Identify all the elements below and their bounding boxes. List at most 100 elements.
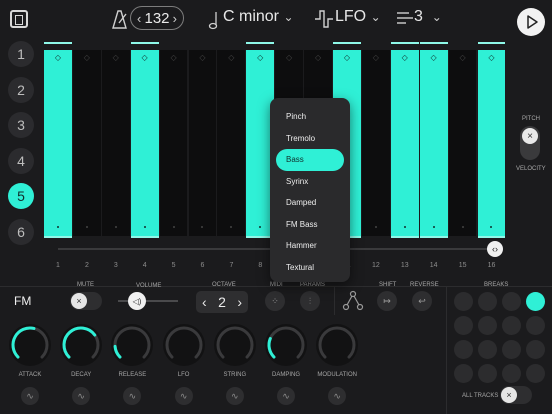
step-dot xyxy=(230,226,233,228)
pattern-count-select[interactable]: 3 ⌄ xyxy=(414,8,442,26)
pattern-lines-icon xyxy=(397,12,413,24)
step-dot xyxy=(490,226,493,228)
shift-button[interactable]: ↦ xyxy=(377,291,397,311)
tempo-increase-button[interactable]: › xyxy=(173,11,177,26)
step-handle-icon: ◇ xyxy=(141,53,148,62)
break-pad[interactable] xyxy=(502,292,521,311)
tempo-stepper[interactable]: ‹ 132 › xyxy=(130,6,184,30)
break-pad[interactable] xyxy=(502,340,521,359)
step-dot xyxy=(143,226,146,228)
knob-label: LFO xyxy=(177,372,190,378)
break-pad[interactable] xyxy=(526,364,545,383)
menu-item-syrinx[interactable]: Syrinx xyxy=(276,171,344,193)
params-button[interactable]: ⫶ xyxy=(300,291,320,311)
track-button-5[interactable]: 5 xyxy=(8,183,34,209)
scale-select[interactable]: C minor ⌄ xyxy=(223,8,294,26)
step-column[interactable]: ◇ xyxy=(101,50,130,236)
break-pad[interactable] xyxy=(454,340,473,359)
menu-item-fm-bass[interactable]: FM Bass xyxy=(276,214,344,236)
knob-attack[interactable] xyxy=(9,324,51,366)
step-handle-icon: ◇ xyxy=(112,53,119,62)
step-column[interactable]: ◇ xyxy=(361,50,390,236)
modulation-wave-button[interactable]: ∿ xyxy=(123,387,142,405)
track-button-6[interactable]: 6 xyxy=(8,218,34,245)
shift-pattern-icon[interactable] xyxy=(342,290,364,312)
break-pad[interactable] xyxy=(454,292,473,311)
modulation-wave-button[interactable]: ∿ xyxy=(277,387,295,405)
knob-decay[interactable] xyxy=(60,324,103,366)
step-dot xyxy=(461,226,464,228)
scroll-handle[interactable]: ‹› xyxy=(487,241,503,257)
volume-icon[interactable]: ◁) xyxy=(128,292,146,310)
break-pad[interactable] xyxy=(502,364,521,383)
pattern-count-value: 3 xyxy=(414,8,423,25)
menu-item-tremolo[interactable]: Tremolo xyxy=(276,128,344,150)
modulation-wave-button[interactable]: ∿ xyxy=(225,387,244,405)
break-pad[interactable] xyxy=(502,316,521,335)
reverse-button[interactable]: ↩ xyxy=(412,291,432,311)
step-column[interactable]: ◇ xyxy=(130,50,159,236)
menu-item-textural[interactable]: Textural xyxy=(276,257,344,279)
step-handle-icon: ◇ xyxy=(199,53,206,62)
step-column[interactable]: ◇ xyxy=(419,50,448,236)
step-column[interactable]: ◇ xyxy=(44,50,72,236)
menu-item-pinch[interactable]: Pinch xyxy=(276,106,344,128)
menu-item-hammer[interactable]: Hammer xyxy=(276,235,344,257)
step-column[interactable]: ◇ xyxy=(448,50,477,236)
step-column[interactable]: ◇ xyxy=(72,50,101,236)
step-top-marker xyxy=(477,42,506,44)
track-button-4[interactable]: 4 xyxy=(8,147,34,174)
midi-button[interactable]: ⁘ xyxy=(265,291,285,311)
break-pad[interactable] xyxy=(478,316,497,335)
volume-slider[interactable] xyxy=(118,300,178,302)
break-pad[interactable] xyxy=(526,340,545,359)
break-pad[interactable] xyxy=(526,316,545,335)
octave-stepper[interactable]: ‹ 2 › xyxy=(196,291,248,313)
shift-icon: ↦ xyxy=(383,295,391,306)
step-dot xyxy=(85,226,88,228)
step-column[interactable]: ◇ xyxy=(188,50,217,236)
music-note-icon xyxy=(208,12,218,30)
modulation-wave-button[interactable]: ∿ xyxy=(328,387,347,405)
step-number: 2 xyxy=(84,262,89,269)
play-button[interactable] xyxy=(517,8,545,36)
reverse-icon: ↩ xyxy=(418,295,426,306)
pitch-toggle-knob[interactable]: × xyxy=(522,128,538,144)
modulation-wave-button[interactable]: ∿ xyxy=(21,387,39,405)
step-top-marker xyxy=(130,42,159,44)
modulation-wave-button[interactable]: ∿ xyxy=(174,387,193,405)
knob-damping[interactable] xyxy=(265,324,307,366)
knob-lfo[interactable] xyxy=(162,324,205,366)
knob-release[interactable] xyxy=(111,324,154,366)
knob-label: MODULATION xyxy=(317,372,357,378)
break-pad[interactable] xyxy=(478,340,497,359)
step-dot xyxy=(56,226,59,228)
menu-item-bass[interactable]: Bass xyxy=(276,149,344,171)
knob-string[interactable] xyxy=(213,324,256,366)
tempo-value: 132 xyxy=(144,9,170,27)
step-column[interactable]: ◇ xyxy=(159,50,188,236)
break-pad[interactable] xyxy=(454,364,473,383)
step-column[interactable]: ◇ xyxy=(217,50,246,236)
break-pad[interactable] xyxy=(478,364,497,383)
knob-modulation[interactable] xyxy=(316,324,359,366)
break-pad[interactable] xyxy=(454,316,473,335)
track-button-3[interactable]: 3 xyxy=(8,112,34,138)
mode-select[interactable]: LFO ⌄ xyxy=(335,8,381,26)
modulation-wave-button[interactable]: ∿ xyxy=(72,387,91,405)
track-button-1[interactable]: 1 xyxy=(8,41,34,67)
step-column[interactable]: ◇ xyxy=(390,50,419,236)
step-number: 13 xyxy=(400,262,409,269)
octave-decrease-button[interactable]: ‹ xyxy=(202,294,207,310)
tempo-decrease-button[interactable]: ‹ xyxy=(137,11,141,26)
track-button-2[interactable]: 2 xyxy=(8,76,34,103)
mute-toggle-knob[interactable]: × xyxy=(71,293,87,309)
octave-increase-button[interactable]: › xyxy=(237,294,242,310)
metronome-icon[interactable] xyxy=(108,8,130,30)
step-number: 12 xyxy=(371,262,380,269)
all-tracks-toggle-knob[interactable]: × xyxy=(501,387,517,403)
step-column[interactable]: ◇ xyxy=(477,50,506,236)
break-pad[interactable] xyxy=(526,292,545,311)
break-pad[interactable] xyxy=(478,292,497,311)
menu-item-damped[interactable]: Damped xyxy=(276,192,344,214)
